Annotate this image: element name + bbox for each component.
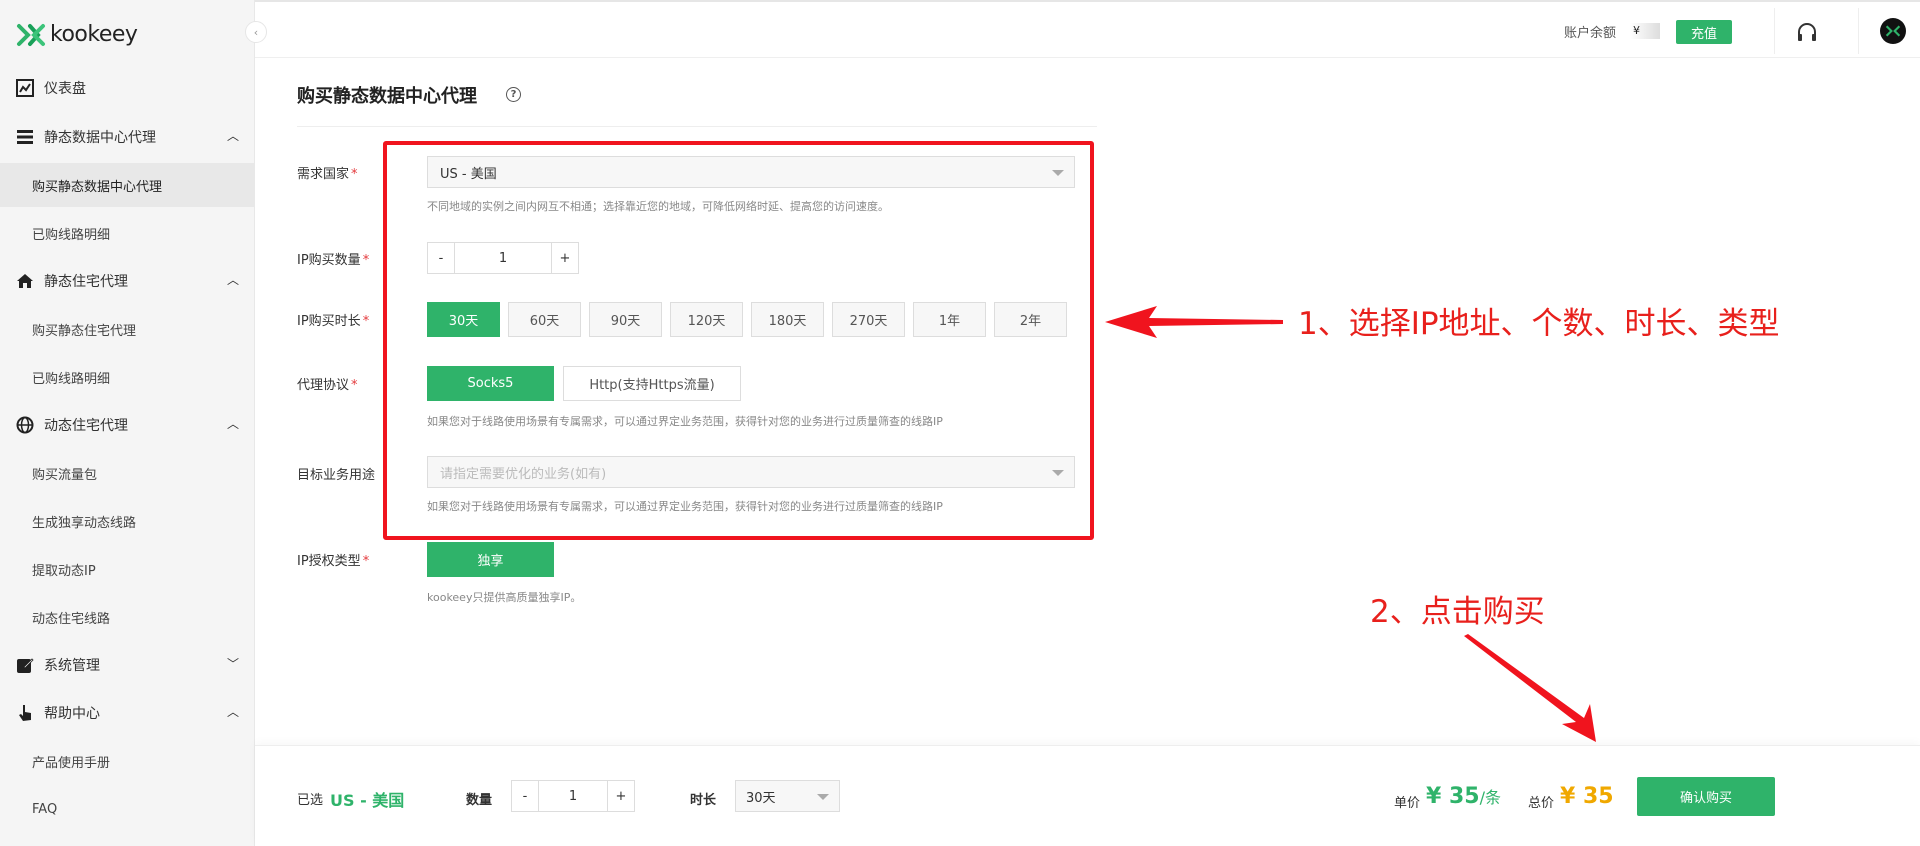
protocol-label-text: 代理协议 [297,378,350,393]
purpose-label-text: 目标业务用途 [297,468,376,483]
total-price-label: 总价 [1528,796,1555,811]
globe-icon [16,416,34,434]
duration-label-text: IP购买时长 [297,314,361,329]
chevron-left-icon: ‹ [253,25,259,39]
bottom-duration-select[interactable]: 30天 [735,780,840,812]
bottom-quantity-input[interactable]: 1 [539,780,607,812]
required-mark: * [351,378,358,393]
submenu-product-manual[interactable]: 产品使用手册 [0,739,255,783]
protocol-label: 代理协议 * [297,374,358,393]
menu-dashboard[interactable]: 仪表盘 [0,66,255,110]
required-mark: * [362,314,370,329]
submenu-extract-dynamic-ip[interactable]: 提取动态IP [0,547,255,591]
unit-price-label: 单价 [1394,796,1421,811]
sidebar-collapse-button[interactable]: ‹ [245,21,267,43]
submenu-faq[interactable]: FAQ [0,787,255,831]
submenu-purchased-lines-residential[interactable]: 已购线路明细 [0,355,255,399]
page-title: 购买静态数据中心代理 [297,86,477,107]
chevron-up-icon: ︿ [226,273,239,287]
required-mark: * [351,167,358,182]
unit-price-value: ¥ 35/条 [1426,784,1501,809]
auth-type-hint: kookeey只提供高质量独享IP。 [427,591,582,604]
annotation-arrow-left-icon [1105,306,1283,338]
submenu-purchased-lines-datacenter[interactable]: 已购线路明细 [0,211,255,255]
annotation-step2: 2、点击购买 [1370,594,1545,630]
chevron-up-icon: ︿ [226,417,239,431]
auth-type-label: IP授权类型 * [297,550,369,569]
menu-label: 仪表盘 [44,81,86,97]
bottom-quantity-decrement-button[interactable]: - [511,780,539,812]
menu-label: 静态数据中心代理 [44,130,156,146]
bottom-quantity-stepper: - 1 + [511,780,635,812]
headset-support-icon[interactable] [1796,22,1818,44]
selected-country-value: US - 美国 [330,791,405,810]
quantity-label-text: IP购买数量 [297,253,361,268]
submenu-buy-static-residential[interactable]: 购买静态住宅代理 [0,307,255,351]
bottom-duration-value: 30天 [746,790,776,806]
duration-label: IP购买时长 * [297,310,369,329]
hand-pointer-icon [19,705,31,721]
selected-label: 已选 [297,793,324,808]
unit-price-suffix: /条 [1479,788,1501,807]
menu-label: 动态住宅代理 [44,418,128,434]
menu-label: 静态住宅代理 [44,274,128,290]
submenu-dynamic-residential-lines[interactable]: 动态住宅线路 [0,595,255,639]
chevron-up-icon: ︿ [226,129,239,143]
chevron-down-icon: ﹀ [226,657,239,671]
bottom-duration-label: 时长 [690,793,717,808]
menu-dynamic-residential[interactable]: 动态住宅代理 ︿ [0,403,255,447]
country-label-text: 需求国家 [297,167,350,182]
menu-help-center[interactable]: 帮助中心 ︿ [0,691,255,735]
bottom-quantity-label: 数量 [466,793,493,808]
topbar-divider [1774,8,1775,54]
server-list-icon [17,130,33,144]
total-price-value: ¥ 35 [1560,784,1614,809]
help-question-icon[interactable]: ? [506,87,521,102]
home-icon [17,274,33,288]
required-mark: * [362,554,370,569]
balance-value: ¥ [1630,23,1660,39]
annotation-arrow-down-icon [1464,634,1596,742]
title-divider [297,126,1097,127]
caret-down-icon [817,794,829,800]
quantity-label: IP购买数量 * [297,249,369,268]
annotation-box-form [383,141,1094,540]
topbar-divider [1858,8,1859,54]
purpose-label: 目标业务用途 [297,464,375,483]
auth-type-label-text: IP授权类型 [297,554,361,569]
top-bar: 账户余额 ¥ 充值 [255,0,1920,58]
auth-type-option-exclusive[interactable]: 独享 [427,542,554,577]
recharge-button[interactable]: 充值 [1676,20,1732,44]
country-label: 需求国家 * [297,163,358,182]
edit-icon [17,658,34,673]
annotation-step1: 1、选择IP地址、个数、时长、类型 [1298,306,1780,342]
user-avatar[interactable] [1880,18,1906,44]
menu-label: 系统管理 [44,658,100,674]
kookeey-avatar-icon [1885,25,1901,37]
logo-text: kookeey [50,22,138,47]
chevron-up-icon: ︿ [226,705,239,719]
menu-label: 帮助中心 [44,706,100,722]
bottom-quantity-increment-button[interactable]: + [607,780,635,812]
submenu-buy-traffic-package[interactable]: 购买流量包 [0,451,255,495]
required-mark: * [362,253,370,268]
menu-static-residential[interactable]: 静态住宅代理 ︿ [0,259,255,303]
confirm-purchase-button[interactable]: 确认购买 [1637,777,1775,816]
menu-system-management[interactable]: 系统管理 ﹀ [0,643,255,687]
logo[interactable]: kookeey [16,22,138,47]
balance-label: 账户余额 [1564,26,1617,41]
sidebar: kookeey 仪表盘 静态数据中心代理 ︿ 购买静态数据中心代理 已购线路明细… [0,0,255,846]
menu-static-datacenter[interactable]: 静态数据中心代理 ︿ [0,115,255,159]
dashboard-chart-icon [16,79,34,97]
unit-price-amount: ¥ 35 [1426,784,1480,809]
kookeey-logo-icon [17,23,45,46]
submenu-generate-dynamic-line[interactable]: 生成独享动态线路 [0,499,255,543]
submenu-buy-static-datacenter[interactable]: 购买静态数据中心代理 [0,163,255,207]
